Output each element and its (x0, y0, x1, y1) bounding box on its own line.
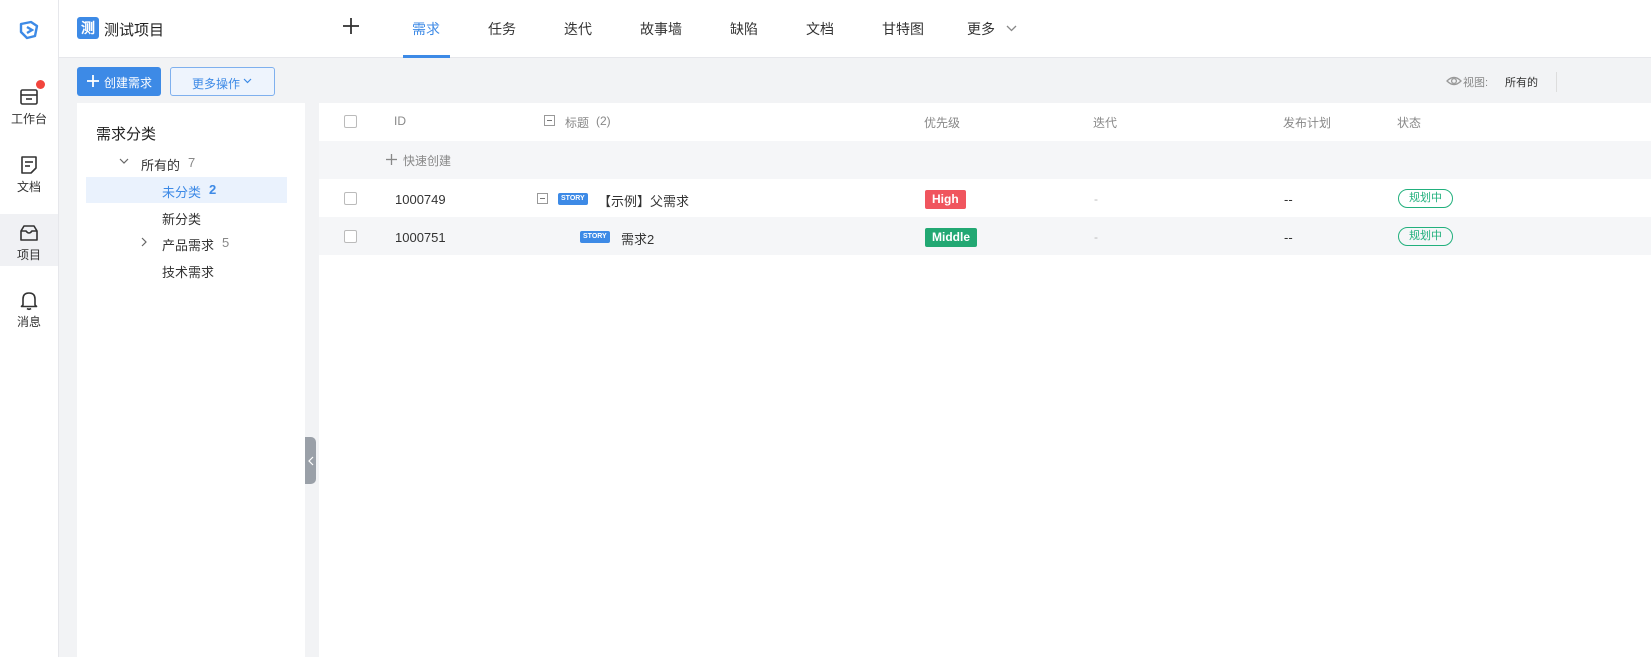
table-header: ID 标题 (2) 优先级 迭代 发布计划 状态 (319, 103, 1651, 141)
row-checkbox[interactable] (344, 192, 357, 205)
rail-item-workbench[interactable]: 工作台 (0, 80, 58, 132)
category-item-all[interactable]: 所有的 7 (86, 150, 287, 176)
more-actions-button[interactable]: 更多操作 (170, 67, 275, 96)
category-count: 5 (222, 235, 230, 250)
column-header-iteration[interactable]: 迭代 (1093, 114, 1117, 131)
category-count: 2 (209, 182, 217, 197)
chevron-left-icon (308, 456, 314, 466)
category-item-tech[interactable]: 技术需求 (86, 257, 287, 283)
chevron-down-icon (243, 78, 252, 84)
box-icon (20, 225, 38, 241)
category-item-uncategorized[interactable]: 未分类 2 (86, 177, 287, 203)
tab-requirements[interactable]: 需求 (412, 19, 440, 39)
collapse-all-icon[interactable] (544, 115, 555, 126)
quick-create-label: 快速创建 (403, 154, 452, 168)
rail-item-label: 文档 (16, 180, 41, 194)
row-checkbox[interactable] (344, 230, 357, 243)
status-badge[interactable]: 规划中 (1398, 227, 1453, 246)
table-row[interactable]: 1000749 STORY 【示例】父需求 High - -- 规划中 (319, 179, 1651, 217)
select-all-checkbox[interactable] (344, 115, 357, 128)
category-item-new[interactable]: 新分类 (86, 204, 287, 230)
document-icon (21, 156, 37, 174)
rail-item-messages[interactable]: 消息 (0, 283, 58, 335)
tab-iterations[interactable]: 迭代 (564, 19, 592, 39)
bell-icon (20, 292, 38, 311)
tab-docs[interactable]: 文档 (806, 19, 834, 39)
category-name: 未分类 (162, 185, 202, 200)
category-name: 所有的 (141, 158, 181, 173)
category-name: 产品需求 (162, 238, 215, 253)
tab-tasks[interactable]: 任务 (488, 19, 516, 39)
plus-icon (87, 75, 99, 87)
create-requirement-button[interactable]: 创建需求 (77, 67, 161, 96)
rail-item-docs[interactable]: 文档 (0, 148, 58, 200)
status-badge[interactable]: 规划中 (1398, 189, 1453, 208)
eye-icon (1446, 76, 1462, 86)
rail-item-label: 工作台 (10, 112, 47, 126)
category-panel: 需求分类 所有的 7 未分类 2 新分类 产品需求 5 技术需求 (77, 103, 305, 657)
project-badge: 测 (77, 17, 99, 39)
priority-badge[interactable]: Middle (925, 228, 977, 247)
column-header-status[interactable]: 状态 (1397, 114, 1421, 131)
create-requirement-label: 创建需求 (104, 76, 153, 90)
view-label: 视图: (1463, 77, 1489, 89)
chevron-right-icon[interactable] (141, 237, 148, 247)
left-rail: 工作台 文档 项目 消息 (0, 0, 59, 657)
column-header-title[interactable]: 标题 (565, 114, 589, 131)
category-name: 技术需求 (162, 265, 215, 280)
rail-item-label: 项目 (16, 248, 41, 262)
quick-create-row: 快速创建 (319, 141, 1651, 179)
active-tab-indicator (403, 55, 450, 58)
row-title[interactable]: 需求2 (621, 229, 654, 248)
add-icon[interactable] (341, 16, 361, 36)
chevron-down-icon (119, 158, 129, 164)
collapse-row-icon[interactable] (537, 193, 548, 204)
column-header-release[interactable]: 发布计划 (1283, 114, 1331, 131)
row-id: 1000749 (395, 192, 446, 207)
column-header-priority[interactable]: 优先级 (924, 114, 960, 131)
rail-item-label: 消息 (16, 315, 41, 329)
divider (1556, 72, 1557, 92)
chevron-down-icon (1006, 25, 1017, 32)
project-name[interactable]: 测试项目 (104, 19, 164, 40)
category-name: 新分类 (162, 212, 202, 227)
tab-more[interactable]: 更多 (967, 19, 995, 39)
top-bar: 测 测试项目 需求 任务 迭代 故事墙 缺陷 文档 甘特图 更多 (59, 0, 1651, 58)
tab-story-wall[interactable]: 故事墙 (640, 19, 682, 39)
panel-collapse-handle[interactable] (305, 437, 316, 484)
notification-dot (36, 80, 45, 89)
priority-badge[interactable]: High (925, 190, 966, 209)
category-item-product[interactable]: 产品需求 5 (86, 230, 287, 256)
column-header-id[interactable]: ID (394, 114, 406, 128)
table-row[interactable]: 1000751 STORY 需求2 Middle - -- 规划中 (319, 217, 1651, 255)
story-tag: STORY (580, 231, 610, 243)
view-selector[interactable]: 所有的 (1505, 74, 1538, 90)
tab-gantt[interactable]: 甘特图 (882, 19, 924, 39)
row-release[interactable]: -- (1284, 192, 1293, 207)
column-header-title-count: (2) (596, 114, 611, 128)
row-iteration[interactable]: - (1094, 192, 1098, 206)
row-title[interactable]: 【示例】父需求 (598, 191, 689, 210)
row-release[interactable]: -- (1284, 230, 1293, 245)
more-actions-label: 更多操作 (192, 77, 241, 91)
story-tag: STORY (558, 193, 588, 205)
rail-item-projects[interactable]: 项目 (0, 214, 58, 266)
inbox-tray-icon (20, 89, 38, 105)
row-id: 1000751 (395, 230, 446, 245)
app-logo-icon[interactable] (17, 18, 41, 42)
plus-icon (386, 154, 397, 165)
category-count: 7 (188, 155, 196, 170)
tab-defects[interactable]: 缺陷 (730, 19, 758, 39)
category-panel-title: 需求分类 (96, 126, 157, 143)
requirements-table: ID 标题 (2) 优先级 迭代 发布计划 状态 快速创建 1000749 ST… (319, 103, 1651, 657)
row-iteration[interactable]: - (1094, 230, 1098, 244)
